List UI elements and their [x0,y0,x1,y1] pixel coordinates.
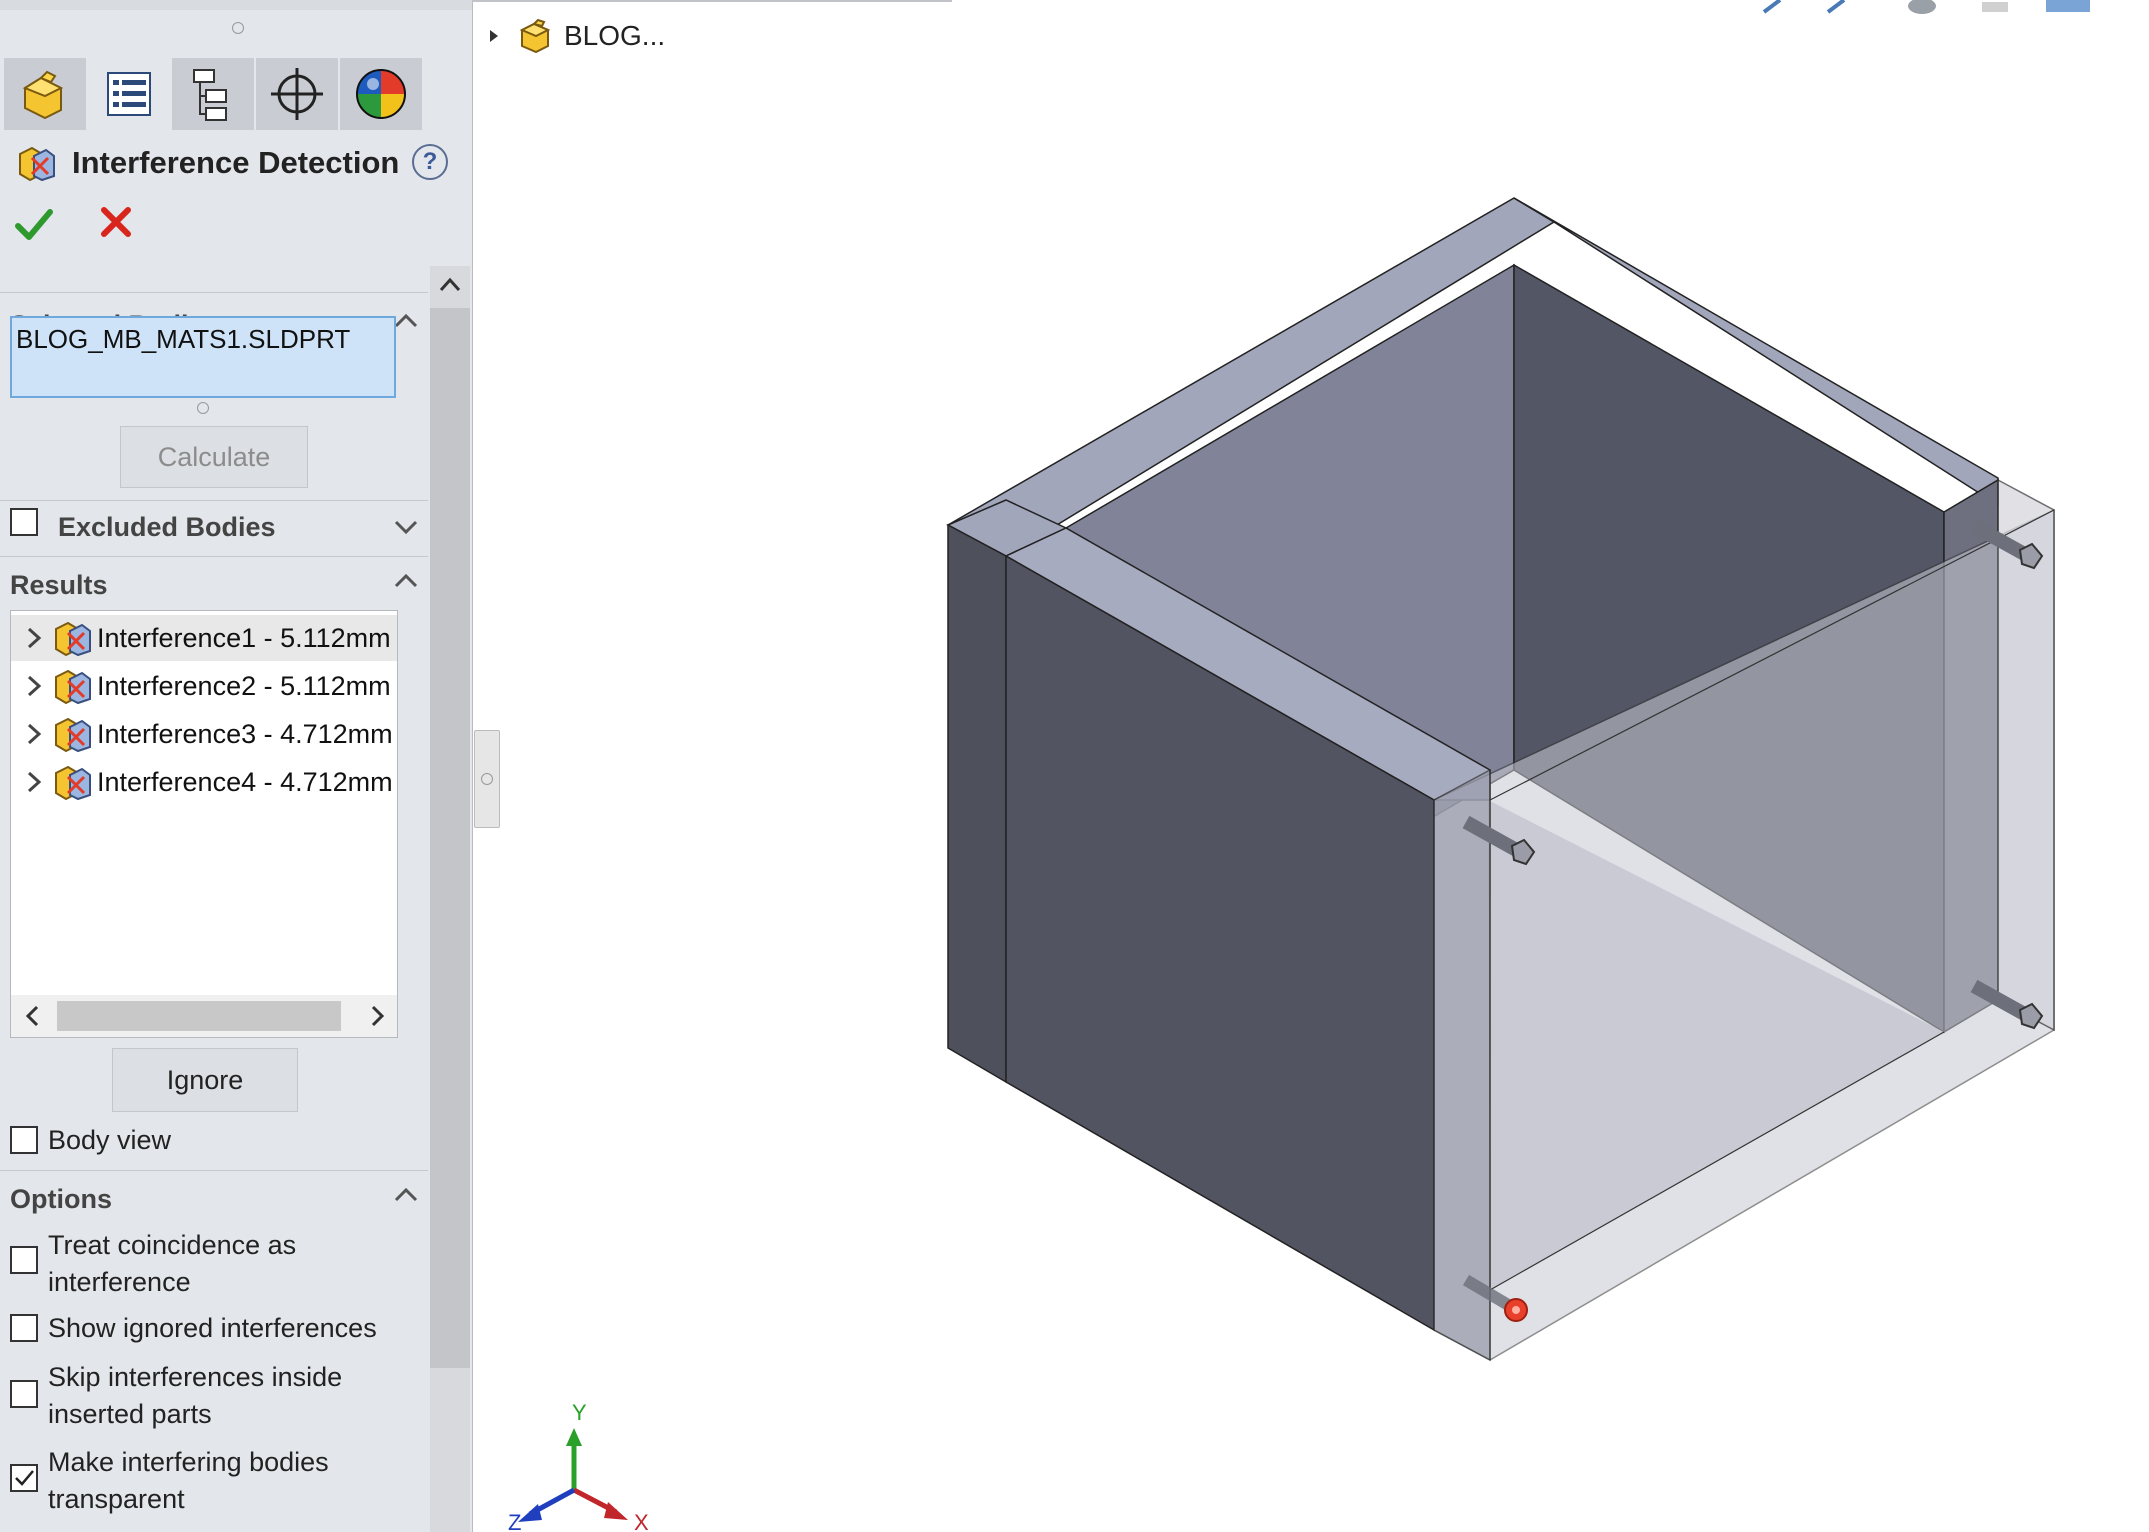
crosshair-icon [271,68,323,120]
ok-check-icon[interactable] [14,204,54,244]
scroll-up-icon[interactable] [436,272,464,298]
results-list: Interference1 - 5.112mm Interference2 - … [10,610,398,1038]
chevron-up-icon[interactable] [392,308,420,336]
tab-display-manager[interactable] [340,58,422,130]
interference-icon [55,717,91,753]
interference-detection-icon [19,146,55,182]
part-icon [22,70,64,120]
skip-inserted-checkbox[interactable] [10,1380,38,1408]
result-label: Interference3 - 4.712mm [97,718,393,749]
tab-configuration-manager[interactable] [172,58,254,130]
show-ignored-checkbox[interactable] [10,1314,38,1342]
panel-top-strip [0,0,472,10]
calculate-button[interactable]: Calculate [120,426,308,488]
cancel-x-icon[interactable] [98,204,134,240]
panel-title-row: Interference Detection ? [18,138,458,188]
chevron-down-icon[interactable] [392,512,420,540]
selected-bodies-list[interactable]: BLOG_MB_MATS1.SLDPRT [10,316,396,398]
divider [0,500,428,501]
expand-chevron-icon[interactable] [17,671,53,701]
scrollbar-thumb[interactable] [57,1001,341,1031]
horizontal-scrollbar[interactable] [11,995,397,1037]
excluded-bodies-checkbox[interactable] [10,508,38,536]
expand-chevron-icon[interactable] [17,719,53,749]
ignore-button[interactable]: Ignore [112,1048,298,1112]
divider [0,292,428,293]
body-view-label: Body view [48,1125,172,1155]
list-item[interactable]: Interference1 - 5.112mm [11,615,397,661]
list-resize-grip[interactable] [197,402,209,414]
triad-x-label: X [634,1510,649,1532]
property-manager-panel: Interference Detection ? Selected Bodies… [0,0,473,1532]
list-item[interactable]: Interference4 - 4.712mm [11,759,397,805]
appearance-ball-icon [356,69,406,119]
list-item[interactable]: Interference2 - 5.112mm [11,663,397,709]
divider [0,556,428,557]
expand-chevron-icon[interactable] [17,623,53,653]
scroll-left-icon[interactable] [21,1003,45,1029]
interference-icon [55,765,91,801]
option-label: Skip interferences inside inserted parts [48,1362,343,1429]
excluded-bodies-header: Excluded Bodies [58,512,276,542]
panel-grip[interactable] [232,22,244,34]
panel-vertical-scrollbar[interactable] [430,266,470,1532]
result-label: Interference4 - 4.712mm [97,766,393,797]
result-label: Interference1 - 5.112mm [97,622,391,653]
tab-property-manager[interactable] [88,58,170,130]
make-transparent-checkbox[interactable] [10,1464,38,1492]
configuration-icon [193,69,227,121]
panel-splitter-handle[interactable] [474,730,500,828]
box-front-transparent-side [1433,768,1491,1362]
interference-icon [55,621,91,657]
ok-cancel-row [14,204,134,244]
result-label: Interference2 - 5.112mm [97,670,391,701]
tab-dimxpert-manager[interactable] [256,58,338,130]
scrollbar-thumb[interactable] [430,308,470,1368]
triad-z-label: Z [508,1510,521,1532]
chevron-up-icon[interactable] [392,568,420,596]
graphics-viewport[interactable]: Y X Z [500,0,2149,1532]
list-item[interactable]: Interference3 - 4.712mm [11,711,397,757]
help-button[interactable]: ? [412,144,448,180]
tab-feature-manager[interactable] [4,58,86,130]
option-label: Show ignored interferences [48,1313,377,1343]
expand-chevron-icon[interactable] [17,767,53,797]
body-view-checkbox[interactable] [10,1126,38,1154]
treat-coincidence-checkbox[interactable] [10,1246,38,1274]
panel-title: Interference Detection [72,145,400,180]
triad-y-label: Y [572,1400,587,1425]
coordinate-triad: Y X Z [508,1400,649,1532]
option-label: Treat coincidence as interference [48,1230,297,1297]
checkmark-icon [15,1470,34,1486]
scroll-right-icon[interactable] [365,1003,389,1029]
property-list-icon [107,72,151,116]
divider [0,1170,428,1171]
manager-tabs [4,58,424,130]
chevron-up-icon[interactable] [392,1182,420,1210]
options-header: Options [10,1184,112,1214]
option-label: Make interfering bodies transparent [48,1447,329,1514]
box-left-outer-slab [947,523,1007,1084]
results-header: Results [10,570,108,600]
interference-icon [55,669,91,705]
